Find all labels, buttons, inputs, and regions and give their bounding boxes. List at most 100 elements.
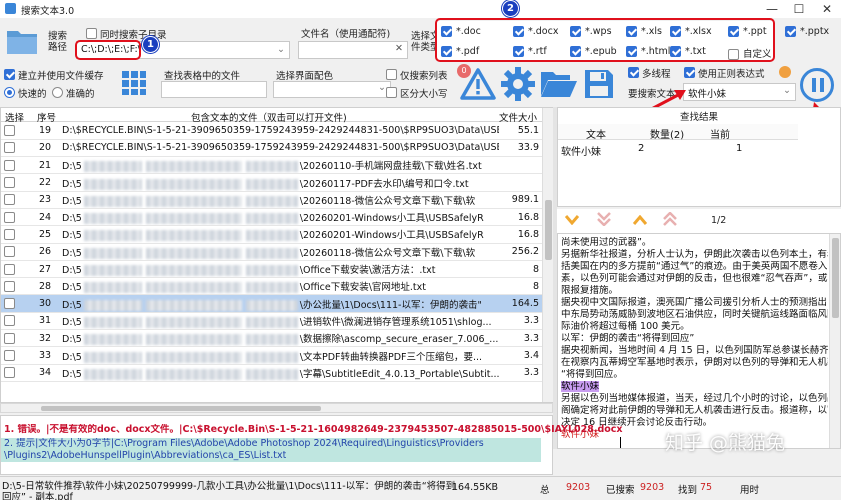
hscroll-thumb[interactable] [41, 406, 321, 411]
row-select-cell[interactable] [1, 294, 31, 313]
table-search-input[interactable] [161, 81, 267, 98]
row-checkbox[interactable] [4, 332, 15, 344]
results-col-text[interactable]: 文本 [586, 126, 606, 141]
row-select-cell[interactable] [1, 122, 31, 140]
regex-label: 使用正则表达式 [698, 69, 765, 80]
row-select-cell[interactable] [1, 243, 31, 261]
last-match-icon[interactable] [597, 212, 611, 226]
accurate-radio[interactable] [52, 87, 63, 99]
prev-match-icon[interactable] [633, 215, 647, 225]
table-row[interactable]: 23 D:\5 \20260118-微信公众号文章下载\下载\软 989.1 [1, 191, 542, 209]
row-size [499, 156, 542, 175]
table-row[interactable]: 30 D:\5 \办公批量\1\Docs\111-以军：伊朗的袭击" 164.5 [1, 294, 542, 313]
table-row[interactable]: 24 D:\5 \20260201-Windows小工具\USBSafelyR 16.… [1, 208, 542, 227]
row-checkbox[interactable] [4, 177, 15, 189]
results-col-current[interactable]: 当前 [710, 126, 730, 141]
row-checkbox[interactable] [4, 315, 15, 327]
preview-scrollbar-thumb[interactable] [832, 238, 839, 318]
case-checkbox[interactable] [386, 87, 397, 99]
row-path-prefix: D:\5 [62, 299, 82, 311]
ext-pptx[interactable]: *.pptx [785, 26, 829, 37]
first-match-icon[interactable] [663, 212, 677, 226]
chevron-down-icon[interactable]: ⌄ [783, 85, 791, 96]
open-folder-icon[interactable] [540, 68, 578, 100]
redacted-block [245, 247, 298, 259]
splitter[interactable] [553, 107, 557, 449]
table-row[interactable]: 25 D:\5 \20260201-Windows小工具\USBSafelyR 16.… [1, 225, 542, 244]
save-icon[interactable] [583, 68, 615, 100]
row-checkbox[interactable] [4, 350, 15, 361]
chevron-down-icon[interactable]: ⌄ [277, 44, 285, 55]
row-checkbox[interactable] [4, 228, 15, 240]
row-select-cell[interactable] [1, 173, 31, 192]
cache-checkbox[interactable] [4, 69, 15, 81]
fast-radio[interactable] [4, 87, 15, 99]
table-row[interactable]: 19 D:\$RECYCLE.BIN\S-1-5-21-3909650359-17… [1, 122, 542, 140]
row-select-cell[interactable] [1, 225, 31, 244]
row-select-cell[interactable] [1, 139, 31, 158]
table-row[interactable]: 32 D:\5 \数据擦除\ascomp_secure_eraser_7.006_.… [1, 329, 542, 348]
row-select-cell[interactable] [1, 364, 31, 382]
row-checkbox[interactable] [4, 194, 15, 206]
preview-scrollbar[interactable] [829, 234, 840, 448]
filename-input[interactable]: ✕ [298, 41, 408, 59]
row-path-text: \20260110-手机端网盘挂载\下载\姓名.txt [299, 161, 482, 173]
close-button[interactable]: ✕ [815, 0, 839, 18]
row-checkbox[interactable] [4, 142, 15, 154]
table-row[interactable]: 33 D:\5 \文本PDF转曲转换器PDF三个压缩包，要... 3.4 [1, 346, 542, 365]
grid-view-icon[interactable] [121, 70, 147, 96]
preview-line: 据央视中文国际报道，澳亮国广播公司援引分析人士的预测指出，以 [561, 297, 828, 309]
multithread-checkbox[interactable] [628, 67, 639, 79]
row-size: 55.1 [499, 122, 542, 140]
table-row[interactable]: 31 D:\5 \进销软件\微澜进销存管理系统1051\shlog... 3.3 [1, 312, 542, 331]
table-row[interactable]: 34 D:\5 \字幕\SubtitleEdit_4.0.13_Portable\S… [1, 364, 542, 382]
only-list-checkbox[interactable] [386, 69, 397, 81]
row-select-cell[interactable] [1, 329, 31, 348]
chevron-down-icon[interactable]: ⌄ [378, 82, 386, 93]
file-table-hscroll[interactable] [0, 403, 553, 413]
row-checkbox[interactable] [4, 280, 15, 292]
table-row[interactable]: 26 D:\5 \20260118-微信公众号文章下载\下载\软 256.2 [1, 243, 542, 261]
row-checkbox[interactable] [4, 124, 15, 136]
row-select-cell[interactable] [1, 260, 31, 279]
warning-icon[interactable] [460, 68, 496, 100]
minimize-button[interactable]: — [760, 0, 784, 18]
theme-select[interactable]: ⌄ [273, 81, 391, 98]
regex-checkbox[interactable] [684, 67, 695, 79]
row-checkbox[interactable] [4, 367, 15, 379]
row-checkbox[interactable] [4, 263, 15, 275]
clear-icon[interactable]: ✕ [395, 43, 403, 54]
row-checkbox[interactable] [4, 298, 15, 310]
row-path: D:\$RECYCLE.BIN\S-1-5-21-3909650359-1759… [59, 139, 499, 158]
table-row[interactable]: 21 D:\5 \20260110-手机端网盘挂载\下载\姓名.txt [1, 156, 542, 175]
row-checkbox[interactable] [4, 159, 15, 171]
include-subdirs-checkbox[interactable] [86, 28, 97, 40]
scrollbar-thumb[interactable] [545, 200, 552, 260]
row-path: D:\5 \字幕\SubtitleEdit_4.0.13_Portable\Sub… [59, 364, 499, 382]
row-checkbox[interactable] [4, 211, 15, 223]
results-row[interactable]: 软件小妹 2 1 [558, 142, 798, 158]
row-select-cell[interactable] [1, 346, 31, 365]
gear-icon[interactable] [500, 66, 536, 102]
table-row[interactable]: 28 D:\5 \Office下载安装\官网地址.txt 8 [1, 277, 542, 296]
row-select-cell[interactable] [1, 156, 31, 175]
results-col-count[interactable]: 数量(2) [650, 126, 684, 141]
table-row[interactable]: 27 D:\5 \Office下载安装\激活方法：.txt 8 [1, 260, 542, 279]
help-icon[interactable] [779, 66, 791, 78]
preview-text[interactable]: 尚未使用过的武器”。 另据新华社报道，分析人士认为，伊朗此次袭击以色列本土，有着括… [561, 237, 828, 441]
next-match-icon[interactable] [565, 215, 579, 225]
row-select-cell[interactable] [1, 277, 31, 296]
row-select-cell[interactable] [1, 312, 31, 331]
pause-button[interactable] [800, 68, 834, 102]
file-table-scrollbar[interactable] [542, 108, 553, 402]
results-header: 文本 数量(2) 当前 [558, 124, 798, 141]
table-row[interactable]: 20 D:\$RECYCLE.BIN\S-1-5-21-3909650359-17… [1, 139, 542, 158]
redacted-block [145, 368, 242, 380]
table-row[interactable]: 22 D:\5 \20260117-PDF去水印\编号和口令.txt [1, 173, 542, 192]
maximize-button[interactable]: ☐ [787, 0, 811, 18]
status-total: 9203 [566, 482, 591, 493]
folder-icon[interactable] [6, 26, 38, 56]
row-select-cell[interactable] [1, 208, 31, 227]
row-select-cell[interactable] [1, 191, 31, 209]
row-checkbox[interactable] [4, 246, 15, 258]
